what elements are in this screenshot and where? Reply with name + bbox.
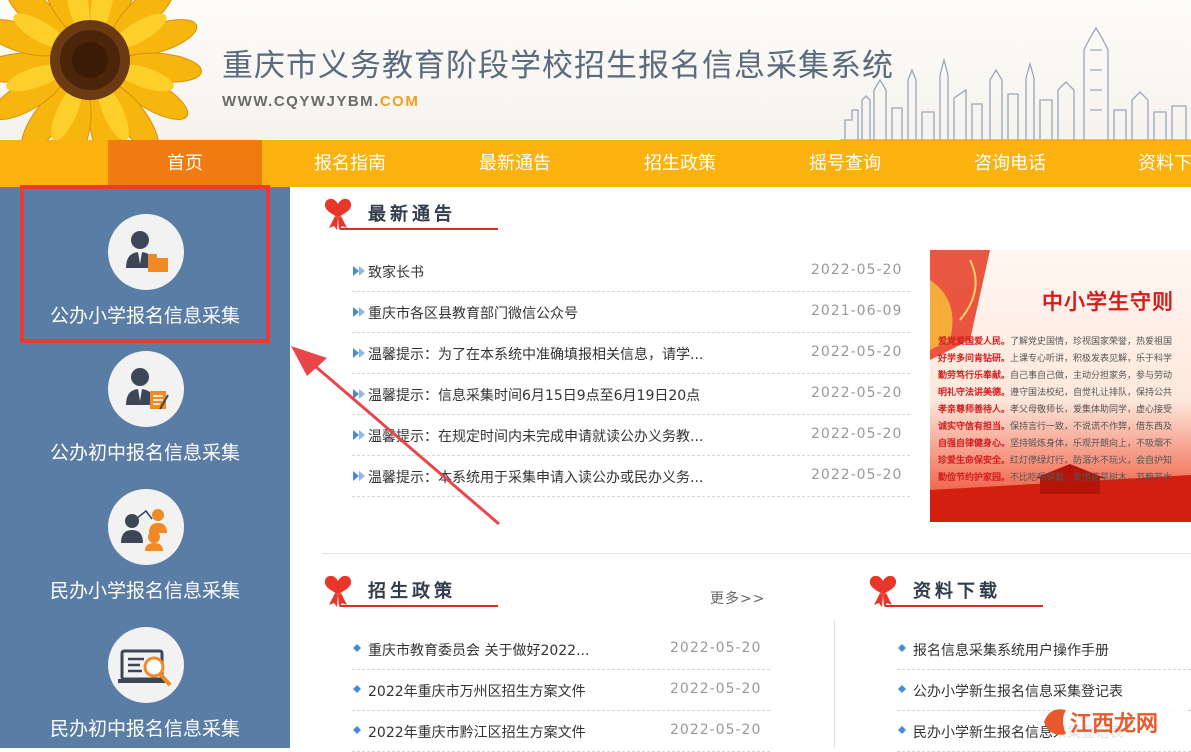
list-item-title: 公办小学新生报名信息采集登记表 [913, 684, 1123, 700]
section-underline [340, 228, 498, 230]
banner-line-body: 不比吃喝穿戴，爱惜花草树木，节粮节水 [1010, 473, 1173, 483]
bullet-icon [353, 266, 365, 276]
bullet-icon [898, 726, 906, 734]
bullet-icon [898, 644, 906, 652]
nav-item-home[interactable]: 首页 [108, 140, 262, 187]
list-item-date: 2022-05-20 [811, 385, 903, 401]
main-nav: 首页 报名指南 最新通告 招生政策 摇号查询 咨询电话 资料下载 [0, 140, 1191, 187]
nav-item-hotline[interactable]: 咨询电话 [933, 140, 1087, 187]
column-divider [834, 620, 835, 748]
list-item-date: 2022-05-20 [670, 681, 762, 697]
list-item-date: 2022-05-20 [811, 426, 903, 442]
search-document-icon [108, 627, 184, 703]
user-document-icon [108, 351, 184, 427]
sunflower-logo-image [0, 0, 202, 140]
list-item-date: 2022-05-20 [670, 640, 762, 656]
policy-section-header: 招生政策 [320, 575, 500, 617]
section-underline [885, 605, 1043, 607]
section-divider [322, 553, 1191, 554]
downloads-section-header: 资料下载 [865, 575, 1045, 617]
list-item[interactable]: 重庆市各区县教育部门微信公众号 2021-06-09 [352, 292, 910, 333]
banner-line-head: 勤劳笃行乐奉献。 [938, 371, 1011, 381]
list-item-date: 2022-05-20 [811, 262, 903, 278]
site-url-main: WWW.CQYWJYBM. [222, 93, 380, 110]
annotation-arrow [291, 346, 500, 526]
list-item-title: 重庆市教育委员会 关于做好2022... [368, 643, 590, 659]
banner-line-body: 遵守国法校纪，自觉礼让排队，保持公共 [1010, 388, 1173, 398]
user-group-icon [108, 489, 184, 565]
list-item-title: 报名信息采集系统用户操作手册 [913, 643, 1109, 659]
ribbon-icon [869, 575, 897, 607]
banner-line-body: 保持言行一致，不说谎不作弊，借东西及 [1010, 422, 1173, 432]
ribbon-icon [324, 198, 352, 230]
list-item-date: 2021-06-09 [811, 303, 903, 319]
bullet-icon [898, 685, 906, 693]
site-header: 重庆市义务教育阶段学校招生报名信息采集系统 WWW.CQYWJYBM.COM [0, 0, 1191, 140]
watermark-logo: 江西龙网 [1044, 704, 1186, 740]
section-title: 最新通告 [368, 204, 456, 225]
banner-line-body: 自己事自己做，主动分担家务，参与劳动 [1010, 371, 1173, 381]
list-item-title: 致家长书 [368, 265, 424, 281]
list-item[interactable]: 致家长书 2022-05-20 [352, 251, 910, 292]
site-url[interactable]: WWW.CQYWJYBM.COM [222, 93, 419, 110]
ribbon-icon [324, 575, 352, 607]
more-link[interactable]: 更多>> [710, 588, 765, 608]
bullet-icon [353, 307, 365, 317]
banner-line-head: 诚实守信有担当。 [938, 422, 1011, 432]
nav-item-notices[interactable]: 最新通告 [438, 140, 592, 187]
student-code-banner[interactable]: 中小学生守则 爱党爱国爱人民。了解党史国情，珍视国家荣誉，热爱祖国 好学多问肯钻… [930, 250, 1191, 522]
banner-line-head: 珍爱生命保安全。 [938, 456, 1011, 466]
section-title: 资料下载 [913, 581, 1001, 602]
nav-item-guide[interactable]: 报名指南 [273, 140, 427, 187]
banner-line-body: 坚持锻炼身体，乐观开朗向上，不吸烟不 [1010, 439, 1173, 449]
sidebar-item-public-middle[interactable]: 公办初中报名信息采集 [0, 327, 290, 467]
section-underline [340, 605, 498, 607]
site-title: 重庆市义务教育阶段学校招生报名信息采集系统 [222, 48, 894, 84]
list-item-date: 2022-05-20 [670, 722, 762, 738]
banner-line-body: 孝父母敬师长，爱集体助同学，虚心接受 [1010, 405, 1173, 415]
banner-line-body: 了解党史国情，珍视国家荣誉，热爱祖国 [1010, 337, 1173, 347]
section-title: 招生政策 [368, 581, 456, 602]
highlight-box [20, 185, 270, 343]
banner-line-head: 自强自律健身心。 [938, 439, 1011, 449]
list-item[interactable]: 2022年重庆市万州区招生方案文件 2022-05-20 [352, 670, 770, 711]
list-item-title: 2022年重庆市黔江区招生方案文件 [368, 725, 586, 741]
sidebar-item-private-primary[interactable]: 民办小学报名信息采集 [0, 467, 290, 607]
site-url-domain: COM [379, 93, 420, 110]
sidebar-item-label: 公办初中报名信息采集 [49, 442, 240, 464]
bullet-icon [353, 644, 361, 652]
sidebar-item-private-middle[interactable]: 民办初中报名信息采集 [0, 607, 290, 747]
banner-line-body: 上课专心听讲，积极发表见解，乐于科学 [1010, 354, 1173, 364]
banner-text: 爱党爱国爱人民。了解党史国情，珍视国家荣誉，热爱祖国 好学多问肯钻研。上课专心听… [938, 334, 1191, 487]
list-item-date: 2022-05-20 [811, 344, 903, 360]
list-item[interactable]: 2022年重庆市黔江区招生方案文件 2022-05-20 [352, 711, 770, 752]
city-skyline-image [840, 26, 1191, 140]
sidebar-item-label: 民办小学报名信息采集 [49, 580, 240, 602]
banner-title: 中小学生守则 [1042, 290, 1174, 314]
banner-line-head: 勤俭节约护家园。 [938, 473, 1011, 483]
list-item-title: 重庆市各区县教育部门微信公众号 [368, 306, 578, 322]
nav-item-downloads[interactable]: 资料下载 [1098, 140, 1191, 187]
nav-item-policy[interactable]: 招生政策 [603, 140, 757, 187]
news-section-header: 最新通告 [320, 198, 500, 240]
list-item-date: 2022-05-20 [811, 467, 903, 483]
list-item[interactable]: 重庆市教育委员会 关于做好2022... 2022-05-20 [352, 629, 770, 670]
nav-item-lottery[interactable]: 摇号查询 [768, 140, 922, 187]
watermark-text: 江西龙网 [1070, 712, 1158, 737]
sidebar-item-label: 民办初中报名信息采集 [49, 718, 240, 740]
banner-line-head: 爱党爱国爱人民。 [938, 337, 1011, 347]
banner-line-head: 明礼守法讲美德。 [938, 388, 1011, 398]
bullet-icon [353, 726, 361, 734]
bullet-icon [353, 685, 361, 693]
list-item-title: 2022年重庆市万州区招生方案文件 [368, 684, 586, 700]
banner-line-head: 好学多问肯钻研。 [938, 354, 1011, 364]
list-item[interactable]: 报名信息采集系统用户操作手册 [897, 629, 1191, 670]
banner-line-head: 孝亲尊师善待人。 [938, 405, 1011, 415]
banner-line-body: 红灯停绿灯行，防溺水不玩火，会自护知 [1010, 456, 1173, 466]
